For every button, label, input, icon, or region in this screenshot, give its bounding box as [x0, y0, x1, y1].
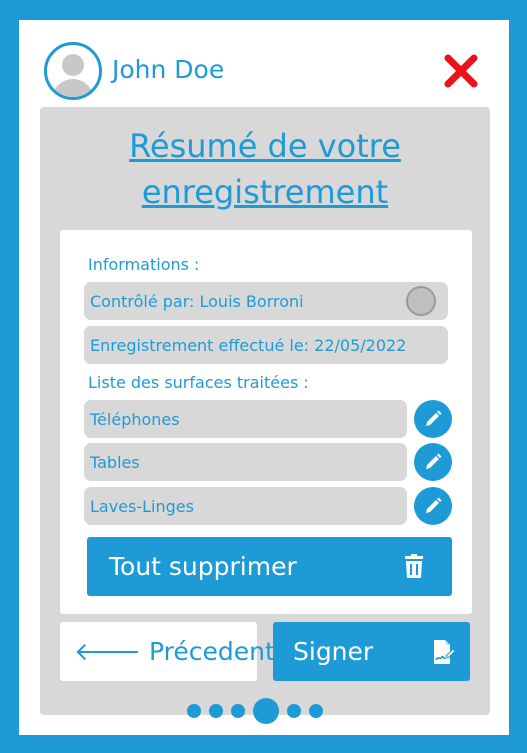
summary-card: Informations : Contrôlé par: Louis Borro…: [60, 230, 472, 614]
controlled-by-text: Contrôlé par: Louis Borroni: [90, 291, 304, 311]
page-dot[interactable]: [231, 704, 245, 718]
page-dot[interactable]: [287, 704, 301, 718]
summary-panel: Résumé de votre enregistrement Informati…: [40, 107, 490, 724]
arrow-left-icon: 🡐: [74, 636, 142, 666]
avatar-body: [52, 79, 94, 97]
page-title-line-1: Résumé de votre: [129, 127, 401, 165]
page-dot-active[interactable]: [253, 698, 279, 724]
signature-icon: [434, 640, 456, 664]
surface-item-label: Tables: [90, 452, 140, 472]
sign-label: Signer: [293, 637, 374, 666]
pencil-icon: [426, 453, 442, 469]
surface-item-label: Téléphones: [90, 409, 180, 429]
surface-item: Tables: [84, 443, 407, 481]
edit-surface-button[interactable]: [414, 400, 452, 438]
page-dot[interactable]: [209, 704, 223, 718]
username: John Doe: [112, 55, 225, 84]
page-dot[interactable]: [309, 704, 323, 718]
surface-item: Laves-Linges: [84, 487, 407, 525]
pagination-dots: [187, 697, 347, 725]
surface-item: Téléphones: [84, 400, 407, 438]
edit-surface-button[interactable]: [414, 487, 452, 525]
page-dot[interactable]: [187, 704, 201, 718]
status-circle[interactable]: [406, 286, 436, 316]
surfaces-label: Liste des surfaces traitées :: [88, 373, 309, 392]
pencil-icon: [426, 410, 442, 426]
sign-button[interactable]: Signer: [273, 622, 470, 681]
edit-surface-button[interactable]: [414, 443, 452, 481]
app-frame: John Doe Résumé de votre enregistrement …: [19, 20, 509, 735]
avatar: [44, 42, 102, 100]
delete-all-button[interactable]: Tout supprimer: [87, 537, 452, 596]
surface-item-label: Laves-Linges: [90, 496, 194, 516]
close-icon[interactable]: [443, 53, 479, 89]
previous-label: Précedent: [149, 637, 275, 666]
previous-button[interactable]: 🡐 Précedent: [60, 622, 275, 681]
page-title-line-2: enregistrement: [141, 173, 389, 211]
pencil-icon: [426, 497, 442, 513]
avatar-head: [62, 54, 84, 76]
header: John Doe: [19, 20, 509, 108]
delete-all-label: Tout supprimer: [109, 552, 297, 581]
trash-icon: [405, 554, 423, 578]
recorded-on-text: Enregistrement effectué le: 22/05/2022: [90, 335, 407, 355]
informations-label: Informations :: [88, 255, 200, 274]
recorded-on-row: Enregistrement effectué le: 22/05/2022: [84, 326, 448, 364]
controlled-by-row: Contrôlé par: Louis Borroni: [84, 282, 448, 320]
page-title: Résumé de votre enregistrement: [40, 123, 490, 215]
